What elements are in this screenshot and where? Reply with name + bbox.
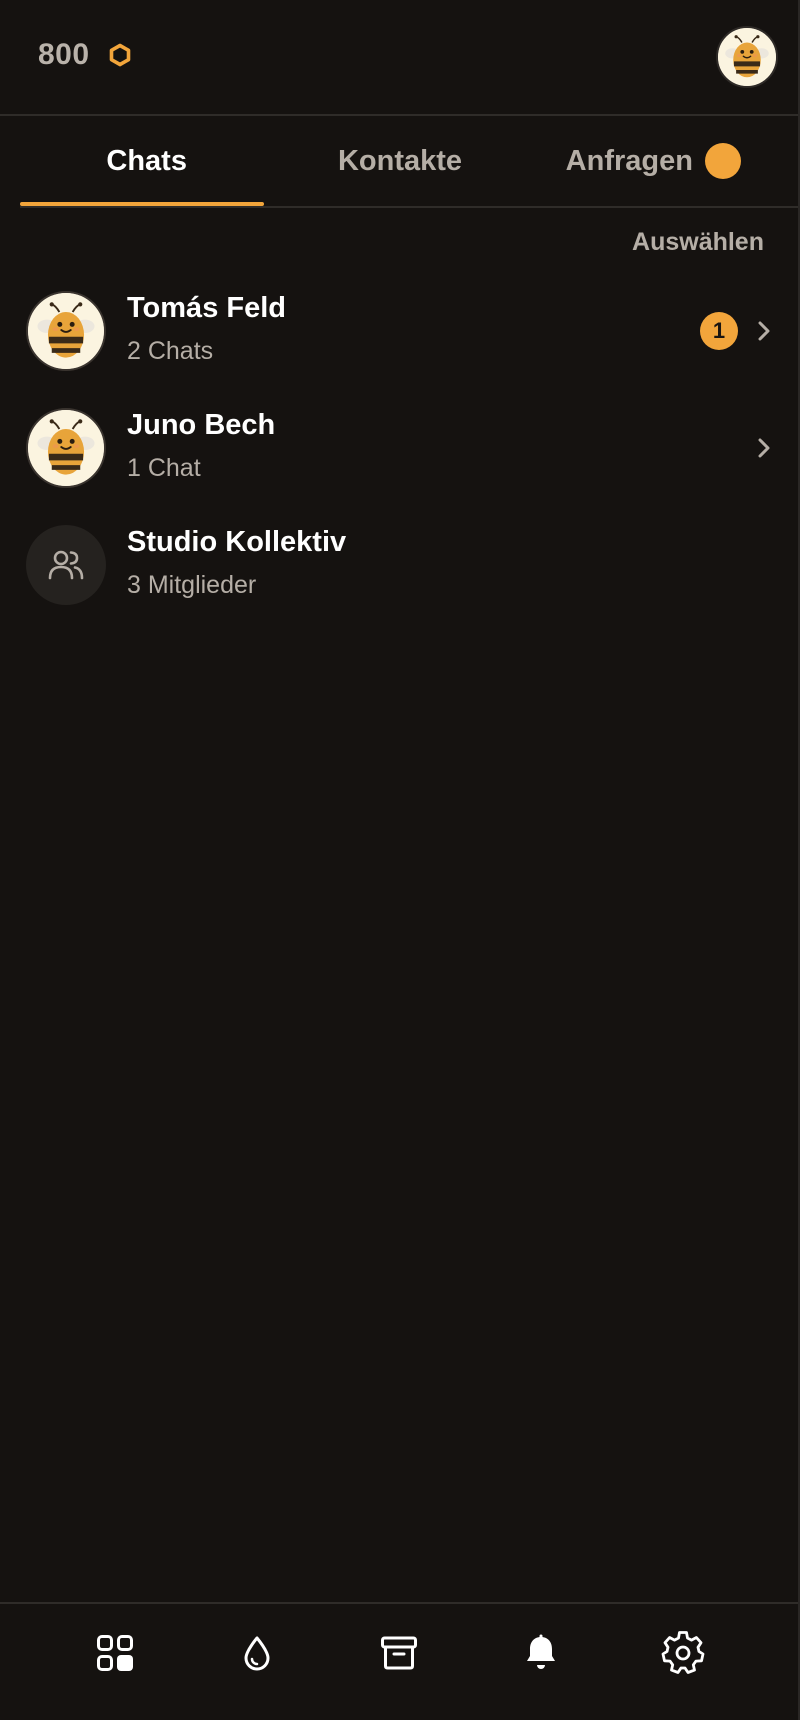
- chat-count: 2 Chats: [127, 337, 214, 365]
- list-item[interactable]: Juno Bech 1 Chat: [0, 397, 798, 514]
- chevron-right-icon: [758, 321, 770, 341]
- coin-balance: 800: [38, 38, 132, 72]
- contact-name: Tomás Feld: [127, 292, 286, 324]
- nav-grid-button[interactable]: [85, 1623, 145, 1683]
- list-item[interactable]: Studio Kollektiv 3 Mitglieder: [0, 514, 798, 631]
- grid-icon: [97, 1635, 133, 1671]
- honeycomb-icon: [109, 43, 130, 67]
- drop-icon: [244, 1636, 270, 1671]
- tab-label: Kontakte: [337, 144, 463, 177]
- chevron-right-icon: [758, 438, 770, 458]
- tab-bar: Chats Kontakte Anfragen: [20, 116, 780, 206]
- nav-archive-button[interactable]: [369, 1623, 429, 1683]
- archive-icon: [381, 1636, 417, 1670]
- group-name: Studio Kollektiv: [127, 526, 347, 558]
- member-count: 3 Mitglieder: [127, 571, 257, 599]
- tab-label: Anfragen: [565, 144, 693, 177]
- list-item[interactable]: Tomás Feld 2 Chats 1: [0, 280, 798, 397]
- nav-settings-button[interactable]: [653, 1623, 713, 1683]
- avatar: [26, 408, 106, 488]
- tabs-divider: [20, 206, 798, 208]
- tab-anfragen[interactable]: Anfragen: [527, 116, 780, 206]
- chat-list: Tomás Feld 2 Chats 1 Juno Bech 1 Chat St…: [0, 280, 798, 631]
- contact-name: Juno Bech: [127, 409, 276, 441]
- gear-icon: [661, 1631, 705, 1674]
- bee-avatar-icon: [718, 28, 776, 86]
- select-button[interactable]: Auswählen: [632, 228, 764, 257]
- bee-avatar-icon: [28, 410, 104, 486]
- coin-count: 800: [38, 38, 90, 71]
- avatar: [26, 291, 106, 371]
- tab-chats[interactable]: Chats: [20, 116, 273, 206]
- nav-drop-button[interactable]: [227, 1623, 287, 1683]
- tab-label: Chats: [106, 144, 187, 177]
- group-icon: [48, 550, 84, 580]
- profile-avatar-button[interactable]: [716, 26, 778, 88]
- avatar: [26, 525, 106, 605]
- nav-notifications-button[interactable]: [511, 1623, 571, 1683]
- bottom-navigation: [0, 1602, 798, 1720]
- bell-icon: [527, 1634, 555, 1669]
- bee-avatar-icon: [28, 293, 104, 369]
- tab-kontakte[interactable]: Kontakte: [273, 116, 526, 206]
- header: 800: [0, 0, 798, 116]
- unread-badge: 1: [700, 312, 738, 350]
- app-window: 800 Chats Kontakte Anfragen Auswählen To…: [0, 0, 800, 1720]
- chat-count: 1 Chat: [127, 454, 201, 482]
- notification-dot: [704, 143, 741, 179]
